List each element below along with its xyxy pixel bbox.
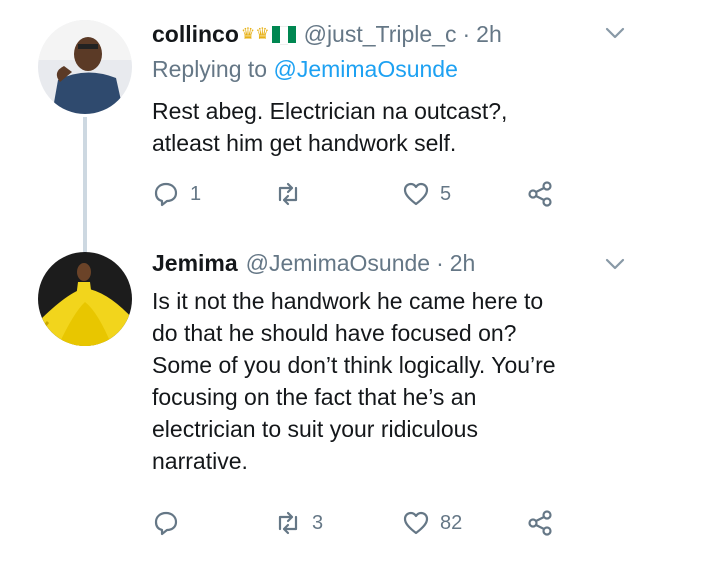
reply-button[interactable]: 1 — [152, 176, 201, 212]
tweet-text-line: Some of you don’t think logically. You’r… — [152, 352, 556, 378]
reply-icon — [154, 511, 178, 536]
replying-to: Replying to @JemimaOsunde — [152, 56, 458, 83]
separator-dot: · — [436, 249, 444, 276]
tweet-text-line: focusing on the fact that he’s an — [152, 384, 477, 410]
tweet-header: Jemima @JemimaOsunde · 2h — [152, 245, 475, 281]
tweet-text-line: Rest abeg. Electrician na outcast?, — [152, 98, 508, 124]
share-button[interactable] — [526, 505, 554, 541]
chevron-down-icon[interactable] — [604, 253, 626, 275]
replying-to-mention[interactable]: @JemimaOsunde — [273, 56, 457, 82]
user-handle[interactable]: @just_Triple_c — [304, 21, 457, 48]
tweet-text-line: electrician to suit your ridiculous — [152, 416, 478, 442]
like-count: 5 — [440, 182, 452, 205]
retweet-button[interactable] — [274, 176, 312, 212]
tweet-actions: 1 5 — [152, 176, 572, 212]
reply-icon — [154, 182, 178, 207]
reply-count: 1 — [190, 182, 202, 205]
timestamp[interactable]: 2h — [450, 250, 476, 277]
display-name[interactable]: collinco — [152, 21, 239, 48]
tweet-header: collinco ♛♛ @just_Triple_c · 2h — [152, 16, 502, 52]
like-icon — [403, 182, 429, 206]
crown-emoji-icon: ♛♛ — [240, 26, 270, 43]
display-name[interactable]: Jemima — [152, 250, 238, 277]
nigeria-flag-icon — [271, 25, 296, 45]
avatar[interactable] — [38, 252, 132, 346]
retweet-icon — [278, 182, 298, 206]
retweet-button[interactable]: 3 — [274, 505, 323, 541]
tweet-text: Rest abeg. Electrician na outcast?, atle… — [152, 95, 632, 159]
timestamp[interactable]: 2h — [476, 21, 502, 48]
share-button[interactable] — [526, 176, 554, 212]
chevron-down-icon[interactable] — [604, 22, 626, 44]
like-count: 82 — [440, 511, 463, 534]
tweet-text-line: atleast him get handwork self. — [152, 130, 457, 156]
tweet[interactable]: Jemima @JemimaOsunde · 2h Is it not the … — [0, 235, 720, 564]
retweet-icon — [278, 511, 298, 535]
tweet-text-line: narrative. — [152, 448, 248, 474]
like-button[interactable]: 5 — [402, 176, 451, 212]
tweet-text: Is it not the handwork he came here to d… — [152, 285, 632, 477]
retweet-count: 3 — [312, 511, 324, 534]
tweet[interactable]: collinco ♛♛ @just_Triple_c · 2h Replying… — [0, 0, 720, 255]
share-icon — [528, 510, 552, 536]
user-handle[interactable]: @JemimaOsunde — [246, 250, 430, 277]
tweet-text-line: Is it not the handwork he came here to — [152, 288, 544, 314]
tweet-text-line: do that he should have focused on? — [152, 320, 517, 346]
tweet-actions: 3 82 — [152, 505, 572, 541]
share-icon — [528, 181, 552, 207]
separator-dot: · — [462, 20, 471, 47]
like-button[interactable]: 82 — [402, 505, 462, 541]
replying-to-label: Replying to — [152, 56, 268, 82]
like-icon — [403, 511, 429, 535]
avatar[interactable] — [38, 20, 132, 114]
reply-button[interactable] — [152, 505, 190, 541]
